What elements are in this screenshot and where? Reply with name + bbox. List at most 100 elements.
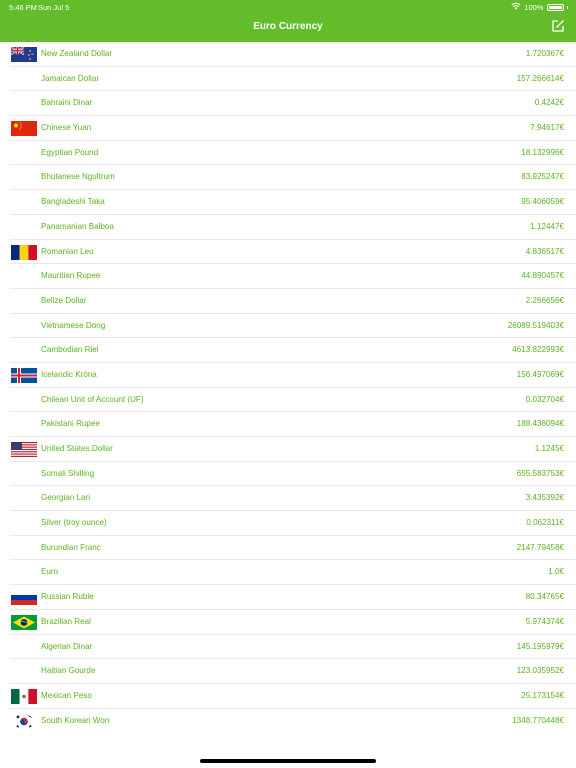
status-indicators: 100% [511, 2, 568, 12]
currency-row[interactable]: Russian Ruble 80.34765€ [0, 585, 576, 610]
currency-value: 1.1245€ [534, 444, 564, 453]
currency-value: 2.266656€ [525, 295, 564, 305]
currency-name: Georgian Lari [41, 493, 91, 503]
currency-value: 83.925247€ [521, 172, 564, 182]
currency-name: Russian Ruble [41, 592, 94, 602]
currency-value: 0.4242€ [534, 98, 564, 108]
currency-name: Icelandic Króna [41, 369, 97, 379]
currency-name: Bahraini Dinar [41, 98, 93, 108]
currency-name: Euro [41, 567, 59, 577]
currency-name: Pakistani Rupee [41, 419, 100, 429]
currency-value: 4.836517€ [525, 246, 564, 256]
currency-row[interactable]: Icelandic Króna 156.497069€ [0, 363, 576, 388]
navigation-bar: 5:46 PM Sun Jul 5 100% Euro Currency [0, 0, 576, 42]
currency-row[interactable]: Belize Dollar 2.266656€ [0, 289, 576, 314]
south-korea-flag-icon [11, 713, 37, 729]
currency-value: 1.0€ [548, 567, 564, 577]
edit-icon [552, 20, 564, 32]
brazil-flag-icon [11, 614, 37, 630]
page-title: Euro Currency [253, 21, 323, 32]
currency-value: 25.173154€ [521, 690, 564, 700]
currency-row[interactable]: Bangladeshi Taka 95.406059€ [0, 190, 576, 215]
currency-value: 95.406059€ [521, 197, 564, 207]
currency-name: Mauritian Rupee [41, 271, 101, 281]
currency-value: 1348.770448€ [512, 715, 564, 725]
currency-row[interactable]: Jamaican Dollar 157.266614€ [0, 67, 576, 92]
currency-row[interactable]: Georgian Lari 3.435392€ [0, 486, 576, 511]
currency-name: Bhutanese Ngultrum [41, 172, 115, 182]
currency-row[interactable]: Chilean Unit of Account (UF) 0.032704€ [0, 388, 576, 413]
currency-name: Panamanian Balboa [41, 221, 114, 231]
currency-name: New Zealand Dollar [41, 49, 113, 58]
currency-row[interactable]: United States Dollar 1.1245€ [0, 437, 576, 462]
currency-list: New Zealand Dollar 1.720367€ Jamaican Doll… [0, 42, 576, 733]
currency-row[interactable]: Egyptian Pound 18.132996€ [0, 141, 576, 166]
currency-name: Somali Shilling [41, 468, 95, 478]
currency-row[interactable]: South Korean Won 1348.770448€ [0, 709, 576, 734]
currency-row[interactable]: Panamanian Balboa 1.12447€ [0, 215, 576, 240]
wifi-icon [511, 2, 521, 12]
currency-value: 44.890457€ [521, 271, 564, 281]
currency-name: United States Dollar [41, 444, 113, 453]
currency-value: 2147.79458€ [516, 542, 564, 552]
currency-name: South Korean Won [41, 715, 110, 725]
currency-name: Chilean Unit of Account (UF) [41, 394, 144, 404]
currency-value: 188.438094€ [516, 419, 564, 429]
currency-row[interactable]: Somali Shilling 655.583753€ [0, 462, 576, 487]
currency-name: Brazilian Real [41, 616, 91, 626]
currency-value: 156.497069€ [516, 369, 564, 379]
currency-row[interactable]: Chinese Yuan 7.94617€ [0, 116, 576, 141]
currency-name: Belize Dollar [41, 295, 87, 305]
currency-row[interactable]: Cambodian Riel 4613.822993€ [0, 338, 576, 363]
currency-row[interactable]: Vietnamese Dong 26089.519403€ [0, 314, 576, 339]
currency-value: 3.435392€ [525, 493, 564, 503]
currency-name: Vietnamese Dong [41, 320, 106, 330]
russia-flag-icon [11, 590, 37, 606]
currency-name: Egyptian Pound [41, 147, 99, 157]
currency-value: 18.132996€ [521, 147, 564, 157]
new-zealand-flag-icon [11, 47, 37, 62]
china-flag-icon [11, 121, 37, 137]
currency-value: 5.974374€ [525, 616, 564, 626]
currency-row[interactable]: Bahraini Dinar 0.4242€ [0, 91, 576, 116]
currency-row[interactable]: Romanian Leu 4.836517€ [0, 240, 576, 265]
status-date: Sun Jul 5 [38, 3, 70, 12]
currency-value: 26089.519403€ [507, 320, 564, 330]
currency-row[interactable]: New Zealand Dollar 1.720367€ [0, 42, 576, 67]
currency-row[interactable]: Burundian Franc 2147.79458€ [0, 536, 576, 561]
currency-value: 4613.822993€ [512, 345, 564, 355]
currency-value: 80.34765€ [525, 592, 564, 602]
currency-row[interactable]: Silver (troy ounce) 0.062311€ [0, 511, 576, 536]
home-indicator [200, 759, 376, 763]
currency-name: Bangladeshi Taka [41, 197, 105, 207]
currency-row[interactable]: Pakistani Rupee 188.438094€ [0, 412, 576, 437]
currency-row[interactable]: Haitian Gourde 123.035952€ [0, 659, 576, 684]
currency-row[interactable]: Brazilian Real 5.974374€ [0, 610, 576, 635]
currency-name: Chinese Yuan [41, 123, 92, 133]
currency-row[interactable]: Mexican Peso 25.173154€ [0, 684, 576, 709]
currency-row[interactable]: Algerian Dinar 145.195979€ [0, 635, 576, 660]
currency-name: Algerian Dinar [41, 641, 93, 651]
usa-flag-icon [11, 442, 37, 457]
status-time: 5:46 PM [9, 3, 37, 12]
currency-name: Haitian Gourde [41, 666, 96, 676]
mexico-flag-icon [11, 688, 37, 704]
currency-name: Jamaican Dollar [41, 73, 100, 83]
status-bar: 5:46 PM Sun Jul 5 100% [0, 0, 576, 14]
currency-row[interactable]: Mauritian Rupee 44.890457€ [0, 264, 576, 289]
currency-name: Cambodian Riel [41, 345, 99, 355]
romania-flag-icon [11, 244, 37, 260]
currency-value: 157.266614€ [516, 73, 564, 83]
currency-name: Burundian Franc [41, 542, 101, 552]
currency-value: 0.062311€ [526, 518, 564, 528]
currency-name: Romanian Leu [41, 246, 94, 256]
battery-percent: 100% [524, 2, 544, 12]
currency-value: 145.195979€ [516, 641, 564, 651]
currency-value: 7.94617€ [530, 123, 564, 133]
currency-name: Silver (troy ounce) [41, 518, 107, 528]
currency-value: 1.720367€ [525, 49, 564, 58]
currency-row[interactable]: Bhutanese Ngultrum 83.925247€ [0, 165, 576, 190]
battery-icon [546, 3, 564, 11]
edit-button[interactable] [550, 18, 566, 34]
currency-row[interactable]: Euro 1.0€ [0, 560, 576, 585]
